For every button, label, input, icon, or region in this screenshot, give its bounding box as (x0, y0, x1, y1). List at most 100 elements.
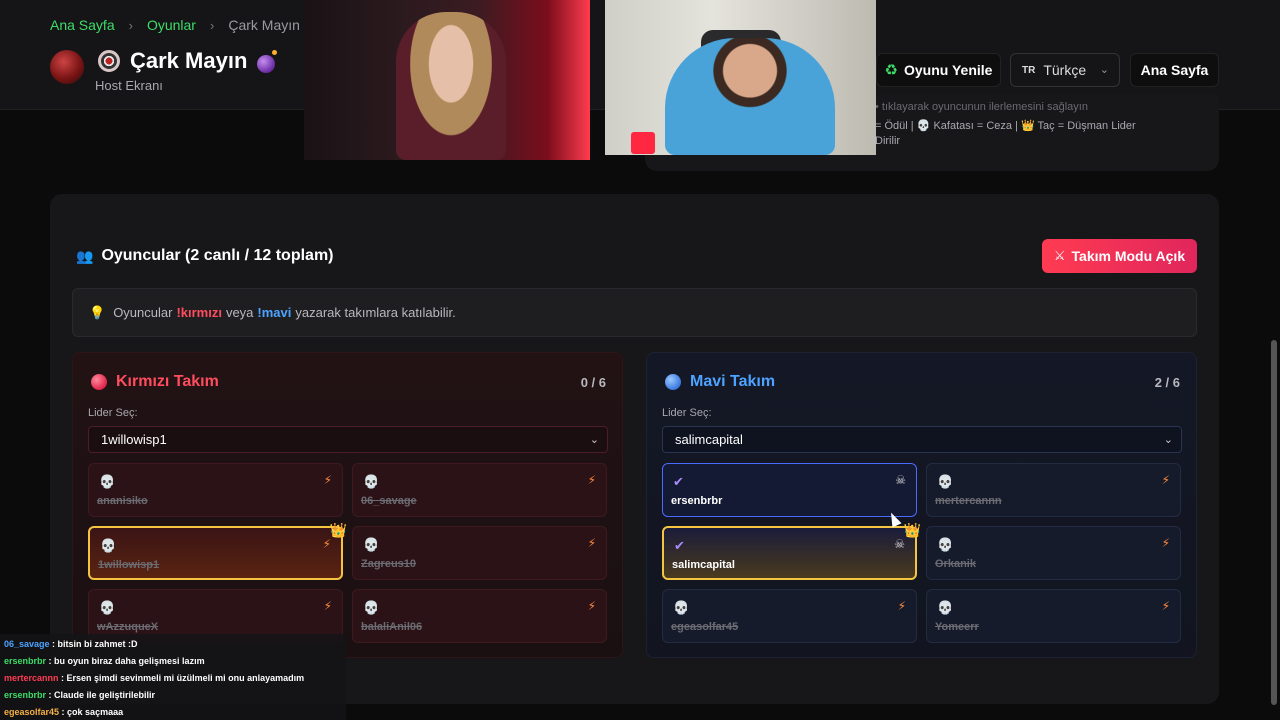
tip-mid: veya (225, 305, 254, 320)
chat-text: : Claude ile geliştirilebilir (46, 690, 156, 700)
player-name: Zagreus10 (361, 558, 417, 570)
player-card[interactable]: 💀 ⚡ Zagreus10 (352, 526, 607, 580)
team-mode-toggle-button[interactable]: ⚔ Takım Modu Açık (1042, 239, 1197, 273)
player-card[interactable]: 💀 ⚡ balaliAnil06 (352, 589, 607, 643)
home-button[interactable]: Ana Sayfa (1130, 53, 1219, 87)
team-name: Mavi Takım (690, 373, 776, 390)
swords-icon: ⚔ (1053, 248, 1066, 263)
bulb-icon: 💡 (89, 304, 106, 320)
crown-icon: 👑 (903, 522, 921, 538)
skull-icon: 💀 (99, 600, 116, 615)
tip-red-command: !kırmızı (176, 305, 222, 320)
skull-icon: 💀 (99, 474, 116, 489)
tip-prefix: Oyuncular (113, 305, 173, 320)
bomb-icon (257, 50, 278, 73)
player-name: Orkanik (935, 558, 976, 570)
join-tip: 💡 Oyuncular !kırmızı veya !mavi yazarak … (72, 288, 1197, 337)
team-name: Kırmızı Takım (116, 373, 219, 390)
title-row: Çark Mayın (98, 48, 278, 74)
bolt-icon[interactable]: ⚡ (323, 537, 331, 551)
player-name: mertercannn (935, 495, 1002, 507)
blue-dot-icon (665, 374, 681, 390)
chat-message: 06_savage : bitsin bi zahmet :D (4, 639, 138, 649)
player-card[interactable]: ✔ ☠ ersenbrbr (662, 463, 917, 517)
webcam-overlay-right (605, 0, 876, 155)
player-name: 1willowisp1 (98, 559, 160, 571)
breadcrumb-home-link[interactable]: Ana Sayfa (50, 17, 115, 33)
skull-icon: 💀 (363, 474, 380, 489)
skull-icon: 💀 (937, 474, 954, 489)
player-name: ananisiko (97, 495, 148, 507)
leader-select-value: salimcapital (675, 432, 743, 447)
breadcrumb-current: Çark Mayın (228, 17, 300, 33)
check-icon: ✔ (674, 538, 685, 553)
bolt-icon[interactable]: ⚡ (588, 536, 596, 550)
avatar (50, 50, 84, 84)
team-count: 0 / 6 (580, 375, 606, 390)
chevron-down-icon: ⌄ (1099, 64, 1109, 76)
player-card[interactable]: 💀 ⚡ egeasolfar45 (662, 589, 917, 643)
chat-text: : bitsin bi zahmet :D (49, 639, 138, 649)
language-label: Türkçe (1043, 62, 1087, 78)
crown-icon: 👑 (329, 522, 347, 538)
breadcrumb-games-link[interactable]: Oyunlar (147, 17, 196, 33)
webcam-person (665, 38, 835, 155)
wheel-icon (98, 50, 120, 72)
refresh-game-label: Oyunu Yenile (904, 62, 993, 78)
skull-icon: 💀 (937, 600, 954, 615)
chat-text: : Ersen şimdi sevinmeli mi üzülmeli mi o… (58, 673, 305, 683)
player-card[interactable]: ✔ ☠ salimcapital 👑 (662, 522, 921, 580)
crossbones-icon[interactable]: ☠ (894, 537, 905, 551)
bolt-icon[interactable]: ⚡ (324, 473, 332, 487)
player-name: balaliAnil06 (361, 621, 423, 633)
bolt-icon[interactable]: ⚡ (324, 599, 332, 613)
bolt-icon[interactable]: ⚡ (1162, 536, 1170, 550)
chat-text: : bu oyun biraz daha gelişmesi lazım (46, 656, 205, 666)
player-card[interactable]: 💀 ⚡ mertercannn (926, 463, 1181, 517)
chat-overlay: 06_savage : bitsin bi zahmet :D ersenbrbr… (0, 634, 346, 720)
bolt-icon[interactable]: ⚡ (588, 599, 596, 613)
chat-message: egeasolfar45 : çok saçmaaa (4, 707, 123, 717)
chat-username: mertercannn (4, 673, 59, 683)
crossbones-icon[interactable]: ☠ (895, 473, 906, 487)
refresh-icon: ♻ (884, 62, 898, 79)
player-card[interactable]: 💀 ⚡ Yomeerr (926, 589, 1181, 643)
team-blue-panel: Mavi Takım 2 / 6 Lider Seç: salimcapital… (646, 352, 1197, 658)
leader-label: Lider Seç: (88, 407, 138, 419)
team-count: 2 / 6 (1154, 375, 1180, 390)
player-card[interactable]: 💀 ⚡ ananisiko (88, 463, 343, 517)
leader-select[interactable]: 1willowisp1 ⌄ (88, 426, 608, 453)
players-title: Oyuncular (2 canlı / 12 toplam) (101, 247, 334, 264)
chat-username: ersenbrbr (4, 690, 47, 700)
page-subtitle: Host Ekranı (95, 78, 163, 93)
player-name: 06_savage (361, 495, 417, 507)
team-mode-label: Takım Modu Açık (1071, 248, 1186, 264)
chat-message: mertercannn : Ersen şimdi sevinmeli mi ü… (4, 673, 304, 683)
chevron-down-icon: ⌄ (1163, 434, 1173, 446)
tip-blue-command: !mavi (257, 305, 292, 320)
page-title: Çark Mayın (130, 48, 248, 73)
player-name: egeasolfar45 (671, 621, 739, 633)
leader-select[interactable]: salimcapital ⌄ (662, 426, 1182, 453)
player-card[interactable]: 💀 ⚡ 06_savage (352, 463, 607, 517)
player-name: salimcapital (672, 559, 735, 571)
refresh-game-button[interactable]: ♻ Oyunu Yenile (876, 53, 1001, 87)
language-select[interactable]: TR Türkçe ⌄ (1010, 53, 1120, 87)
webcam-light (631, 132, 655, 154)
skull-icon: 💀 (100, 538, 117, 553)
red-dot-icon (91, 374, 107, 390)
bolt-icon[interactable]: ⚡ (588, 473, 596, 487)
chevron-down-icon: ⌄ (589, 434, 599, 446)
breadcrumb-separator: › (209, 17, 215, 33)
player-card[interactable]: 💀 ⚡ 1willowisp1 👑 (88, 522, 347, 580)
player-name: Yomeerr (935, 621, 979, 633)
breadcrumb-separator: › (128, 17, 133, 33)
player-name: wAzzuqueX (97, 621, 159, 633)
bolt-icon[interactable]: ⚡ (1162, 599, 1170, 613)
scrollbar[interactable] (1271, 340, 1277, 705)
player-card[interactable]: 💀 ⚡ Orkanik (926, 526, 1181, 580)
bolt-icon[interactable]: ⚡ (1162, 473, 1170, 487)
bolt-icon[interactable]: ⚡ (898, 599, 906, 613)
players-heading: 👥 Oyuncular (2 canlı / 12 toplam) (76, 247, 334, 265)
chat-text: : çok saçmaaa (59, 707, 124, 717)
